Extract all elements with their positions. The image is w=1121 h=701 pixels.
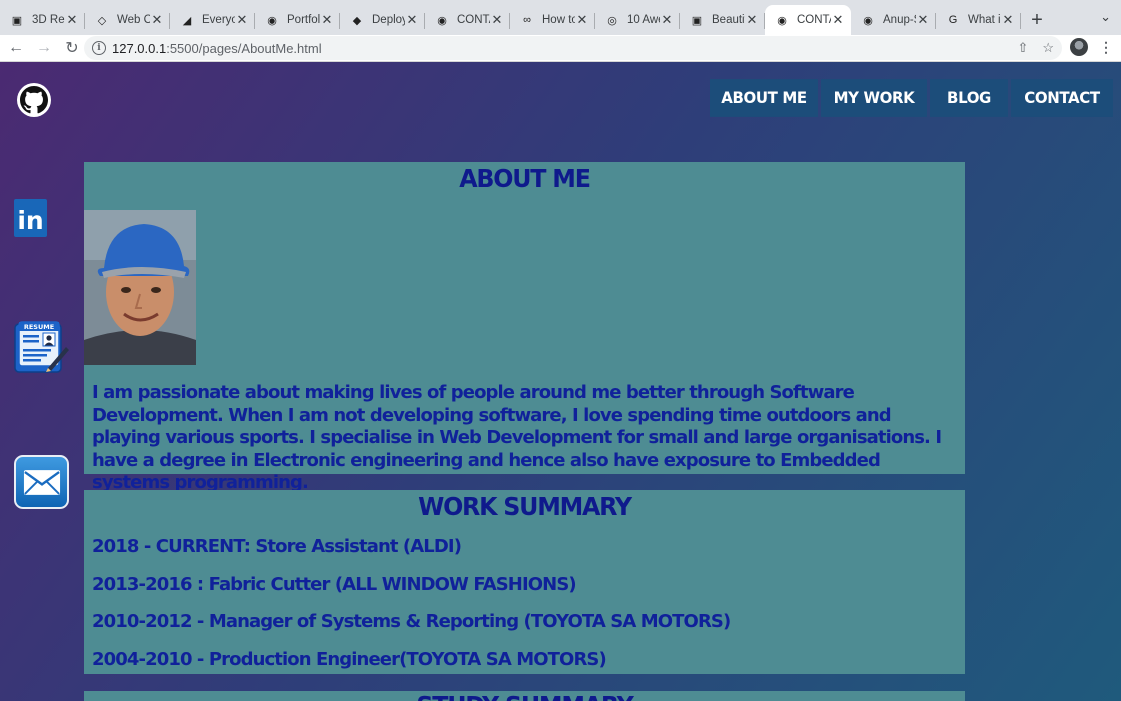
address-bar[interactable]: i 127.0.0.1:5500/pages/AboutMe.html ⇧ ☆ [84, 36, 1062, 60]
browser-tab[interactable]: ▣ Beautifu✕ [680, 5, 765, 35]
nav-blog[interactable]: BLOG [930, 79, 1008, 117]
about-section: ABOUT ME I am passionate about making li… [84, 162, 965, 493]
tab-title: Portfolio [287, 14, 320, 26]
close-icon[interactable]: ✕ [1001, 12, 1015, 28]
browser-menu-icon[interactable]: ⋮ [1099, 39, 1113, 56]
web-icon: ◇ [97, 14, 107, 27]
work-list: 2018 - CURRENT: Store Assistant (ALDI) 2… [92, 536, 731, 687]
resume-label: RESUME [24, 323, 54, 331]
github-icon[interactable] [17, 83, 51, 117]
slash-icon: ◢ [182, 14, 192, 27]
tab-title: CONTAC [457, 14, 490, 26]
linkedin-icon[interactable]: in [14, 199, 47, 237]
browser-tab[interactable]: ◢ Everyone✕ [170, 5, 255, 35]
browser-tab[interactable]: ◉ CONTAC✕ [425, 5, 510, 35]
github-icon: ◉ [863, 14, 873, 27]
tab-search-chevron-icon[interactable]: ⌄ [1100, 9, 1111, 25]
nav-about-me[interactable]: ABOUT ME [710, 79, 818, 117]
list-item: 2013-2016 : Fabric Cutter (ALL WINDOW FA… [92, 573, 577, 595]
tab-title: Deploy [372, 14, 405, 26]
close-icon[interactable]: ✕ [575, 12, 589, 28]
browser-tab[interactable]: ◎ 10 Awes✕ [595, 5, 680, 35]
bookmark-star-icon[interactable]: ☆ [1042, 40, 1054, 56]
work-heading: WORK SUMMARY [418, 492, 632, 521]
url-text: 127.0.0.1:5500/pages/AboutMe.html [112, 40, 322, 56]
browser-tab[interactable]: ◆ Deploy ✕ [340, 5, 425, 35]
browser-tab[interactable]: G What is✕ [936, 5, 1021, 35]
dark-square-icon: ▣ [11, 14, 23, 27]
close-icon[interactable]: ✕ [65, 12, 79, 28]
close-icon[interactable]: ✕ [405, 12, 419, 28]
page-viewport: ABOUT ME MY WORK BLOG CONTACT in RESUME [0, 62, 1121, 701]
work-section: WORK SUMMARY 2018 - CURRENT: Store Assis… [84, 490, 965, 674]
profile-photo [84, 210, 196, 365]
mail-icon[interactable] [14, 455, 69, 509]
new-tab-button[interactable]: + [1023, 5, 1051, 35]
browser-tab[interactable]: ∞ How to ✕ [510, 5, 595, 35]
tab-title: 10 Awes [627, 14, 660, 26]
tab-title: Web Co [117, 14, 150, 26]
nav-my-work[interactable]: MY WORK [821, 79, 927, 117]
browser-tab[interactable]: ◉ CONTAC✕ [765, 5, 851, 35]
tab-title: 3D Render [32, 14, 65, 26]
globe-icon: ◉ [777, 14, 787, 27]
close-icon[interactable]: ✕ [745, 12, 759, 28]
resume-icon[interactable]: RESUME [14, 320, 70, 374]
eye-icon: ◎ [607, 14, 617, 27]
tab-title: CONTAC [797, 14, 831, 26]
nav-contact[interactable]: CONTACT [1011, 79, 1113, 117]
diamond-icon: ◆ [352, 14, 362, 27]
site-info-icon[interactable]: i [92, 41, 106, 55]
close-icon[interactable]: ✕ [320, 12, 334, 28]
tab-title: What is [968, 14, 1001, 26]
browser-tab[interactable]: ◉ Portfolio✕ [255, 5, 340, 35]
reload-button[interactable]: ↻ [60, 36, 84, 60]
share-icon[interactable]: ⇧ [1017, 40, 1028, 56]
back-button[interactable]: ← [4, 36, 28, 60]
google-icon: G [948, 14, 958, 26]
browser-tab[interactable]: ▣ 3D Render✕ [0, 5, 85, 35]
main-nav: ABOUT ME MY WORK BLOG CONTACT [710, 79, 1113, 117]
browser-tab[interactable]: ◉ Anup-S✕ [851, 5, 936, 35]
tab-title: How to [542, 14, 575, 26]
tab-strip: ▣3D Render✕◇Web Co✕◢Everyone✕◉Portfolio✕… [0, 0, 1121, 35]
close-icon[interactable]: ✕ [916, 12, 930, 28]
close-icon[interactable]: ✕ [660, 12, 674, 28]
list-item: 2018 - CURRENT: Store Assistant (ALDI) [92, 536, 462, 557]
browser-toolbar: ← → ↻ i 127.0.0.1:5500/pages/AboutMe.htm… [0, 35, 1121, 62]
list-item: 2004-2010 - Production Engineer(TOYOTA S… [92, 649, 607, 671]
about-bio: I am passionate about making lives of pe… [92, 382, 942, 493]
bike-icon: ∞ [523, 14, 531, 26]
tab-title: Everyone [202, 14, 235, 26]
profile-avatar[interactable] [1070, 38, 1088, 56]
github-icon: ◉ [267, 14, 277, 27]
browser-tab[interactable]: ◇ Web Co✕ [85, 5, 170, 35]
tab-title: Beautifu [712, 14, 745, 26]
close-icon[interactable]: ✕ [150, 12, 164, 28]
close-icon[interactable]: ✕ [490, 12, 504, 28]
study-section: STUDY SUMMARY [84, 691, 965, 701]
about-heading: ABOUT ME [459, 164, 591, 193]
tab-title: Anup-S [883, 14, 916, 26]
dark-square-icon: ▣ [691, 14, 703, 27]
forward-button[interactable]: → [32, 36, 56, 60]
list-item: 2010-2012 - Manager of Systems & Reporti… [92, 611, 731, 633]
close-icon[interactable]: ✕ [831, 12, 845, 28]
globe-icon: ◉ [437, 14, 447, 27]
study-heading: STUDY SUMMARY [106, 691, 943, 701]
close-icon[interactable]: ✕ [235, 12, 249, 28]
